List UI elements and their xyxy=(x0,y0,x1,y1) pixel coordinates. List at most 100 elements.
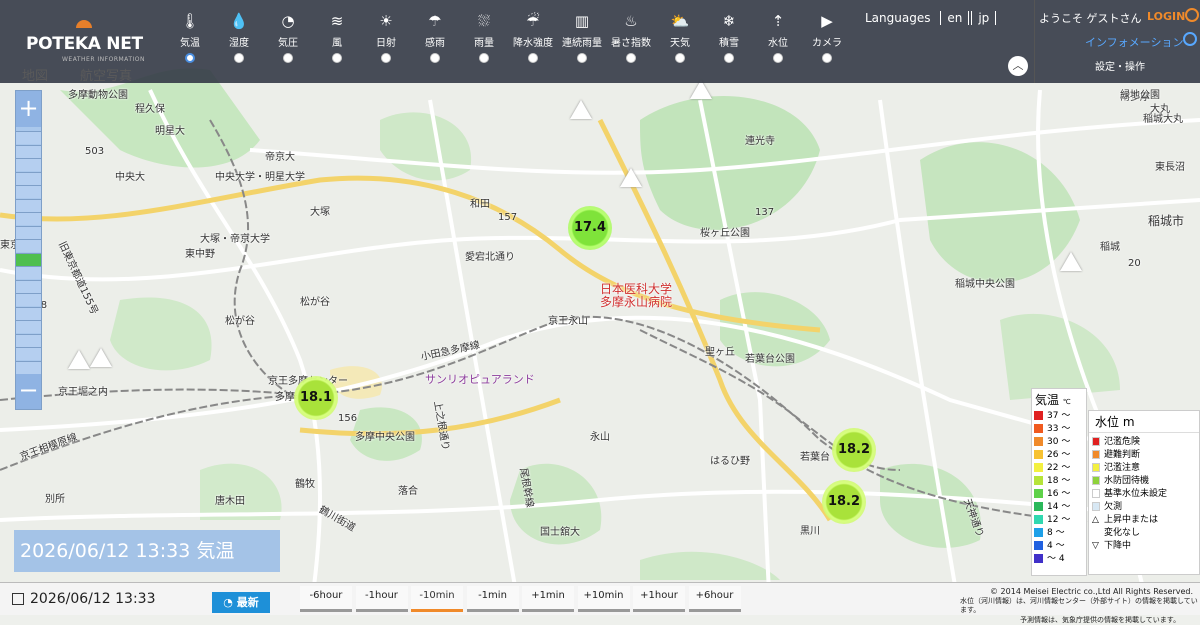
zoom-level-tick[interactable] xyxy=(16,334,41,347)
wind-icon: ≋ xyxy=(317,10,357,32)
information-link[interactable]: インフォメーション xyxy=(1085,34,1183,50)
legend-row: △上昇中または xyxy=(1089,514,1199,527)
water-level-marker[interactable] xyxy=(570,100,592,119)
layer-snow[interactable]: ❄積雪 xyxy=(709,10,749,63)
map-label: 稲城市 xyxy=(1148,212,1184,229)
layer-umbrella[interactable]: ☂感雨 xyxy=(415,10,455,63)
zoom-level-tick[interactable] xyxy=(16,266,41,279)
time-step-button[interactable]: +6hour xyxy=(689,586,741,612)
layer-radio[interactable] xyxy=(675,53,685,63)
map-label: 和田 xyxy=(470,195,490,210)
layer-label: 気圧 xyxy=(268,34,308,49)
lang-jp-link[interactable]: jp xyxy=(971,11,996,25)
layer-rain-umbrella[interactable]: ☔降水強度 xyxy=(513,10,553,63)
zoom-level-tick[interactable] xyxy=(16,199,41,212)
route-label: 156 xyxy=(338,413,357,424)
layer-radio[interactable] xyxy=(528,53,538,63)
latest-button[interactable]: ◔ 最新 xyxy=(212,592,270,613)
zoom-level-tick[interactable] xyxy=(16,361,41,374)
layer-radio[interactable] xyxy=(724,53,734,63)
temperature-marker[interactable]: 18.2 xyxy=(832,428,876,472)
layer-thermometer[interactable]: 🌡気温 xyxy=(170,10,210,63)
zoom-level-tick[interactable] xyxy=(16,158,41,171)
layer-weather[interactable]: ⛅天気 xyxy=(660,10,700,63)
layer-rain-bars[interactable]: ▥連続雨量 xyxy=(562,10,602,63)
water-level-marker[interactable] xyxy=(620,168,642,187)
temperature-marker[interactable]: 18.2 xyxy=(822,480,866,524)
layer-camera[interactable]: ▶カメラ xyxy=(807,10,847,63)
layer-gauge[interactable]: ◔気圧 xyxy=(268,10,308,63)
layer-heat-index[interactable]: ♨暑さ指数 xyxy=(611,10,651,63)
legend-label: 18 ～ xyxy=(1047,476,1070,486)
layer-rain-gauge[interactable]: ⛆雨量 xyxy=(464,10,504,63)
zoom-level-tick[interactable] xyxy=(16,131,41,144)
map-label: 桜ヶ丘公園 xyxy=(700,224,750,239)
plus-icon[interactable] xyxy=(1183,32,1197,46)
layer-radio[interactable] xyxy=(234,53,244,63)
zoom-level-tick[interactable] xyxy=(16,320,41,333)
layer-radio[interactable] xyxy=(822,53,832,63)
layer-radio[interactable] xyxy=(577,53,587,63)
water-level-marker[interactable] xyxy=(68,350,90,369)
time-step-button[interactable]: -10min xyxy=(411,586,463,612)
sun-icon: ☀ xyxy=(366,10,406,32)
legend-row: 基準水位未設定 xyxy=(1089,488,1199,501)
water-level-marker[interactable] xyxy=(1060,252,1082,271)
layer-radio[interactable] xyxy=(283,53,293,63)
layer-radio[interactable] xyxy=(332,53,342,63)
layer-label: 天気 xyxy=(660,34,700,49)
layer-label: 水位 xyxy=(758,34,798,49)
map-type-map[interactable]: 地図 xyxy=(22,65,48,84)
zoom-out-button[interactable]: − xyxy=(16,373,41,409)
legend-title: 水位 m xyxy=(1089,411,1199,433)
login-link[interactable]: LOGIN xyxy=(1147,10,1185,23)
calendar-icon[interactable] xyxy=(12,593,24,605)
temperature-marker[interactable]: 17.4 xyxy=(568,206,612,250)
legend-row: 26 ～ xyxy=(1032,449,1086,462)
zoom-level-tick[interactable] xyxy=(16,212,41,225)
legend-swatch xyxy=(1034,502,1043,511)
power-icon[interactable] xyxy=(1185,8,1199,22)
water-level-marker[interactable] xyxy=(90,348,112,367)
zoom-level-tick[interactable] xyxy=(16,226,41,239)
zoom-level-tick[interactable] xyxy=(16,347,41,360)
settings-link[interactable]: 設定・操作 xyxy=(1095,58,1145,73)
layer-radio[interactable] xyxy=(185,53,195,63)
time-step-button[interactable]: -6hour xyxy=(300,586,352,612)
time-step-button[interactable]: +1hour xyxy=(633,586,685,612)
zoom-level-tick[interactable] xyxy=(16,145,41,158)
collapse-icon[interactable]: ︿ xyxy=(1008,56,1028,76)
legend-label: 16 ～ xyxy=(1047,489,1070,499)
layer-label: 湿度 xyxy=(219,34,259,49)
map-canvas[interactable]: 多摩動物公園 程久保 明星大 帝京大 中央大 中央大学・明星大学 大塚 大塚・帝… xyxy=(0,0,1200,615)
layer-sun[interactable]: ☀日射 xyxy=(366,10,406,63)
lang-en-link[interactable]: en xyxy=(940,11,969,25)
time-step-button[interactable]: +1min xyxy=(522,586,574,612)
layer-radio[interactable] xyxy=(626,53,636,63)
layer-wind[interactable]: ≋風 xyxy=(317,10,357,63)
zoom-level-tick[interactable] xyxy=(16,172,41,185)
layer-radio[interactable] xyxy=(773,53,783,63)
zoom-level-tick[interactable] xyxy=(16,239,41,252)
map-type-aerial[interactable]: 航空写真 xyxy=(80,65,132,84)
layer-drops[interactable]: 💧湿度 xyxy=(219,10,259,63)
zoom-level-tick[interactable] xyxy=(16,307,41,320)
time-step-button[interactable]: +10min xyxy=(578,586,630,612)
temperature-marker[interactable]: 18.1 xyxy=(294,376,338,420)
layer-radio[interactable] xyxy=(479,53,489,63)
legend-row: 16 ～ xyxy=(1032,488,1086,501)
zoom-level-tick[interactable] xyxy=(16,280,41,293)
layer-water-level[interactable]: ⇡水位 xyxy=(758,10,798,63)
zoom-in-button[interactable]: + xyxy=(16,91,41,127)
latest-label: 最新 xyxy=(237,596,259,609)
layer-radio[interactable] xyxy=(381,53,391,63)
legend-row: 30 ～ xyxy=(1032,436,1086,449)
zoom-level-tick[interactable] xyxy=(16,185,41,198)
time-step-button[interactable]: -1min xyxy=(467,586,519,612)
zoom-level-tick[interactable] xyxy=(16,253,41,266)
layer-radio[interactable] xyxy=(430,53,440,63)
map-label: 東長沼 xyxy=(1155,158,1185,173)
zoom-level-tick[interactable] xyxy=(16,293,41,306)
map-label: 稲城中央公園 xyxy=(955,275,1015,290)
time-step-button[interactable]: -1hour xyxy=(356,586,408,612)
